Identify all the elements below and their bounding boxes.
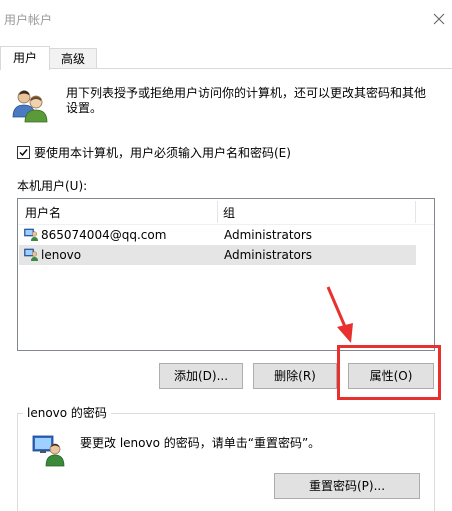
user-group: Administrators — [224, 228, 313, 242]
close-icon — [433, 13, 445, 25]
require-login-row[interactable]: 要使用本计算机，用户必须输入用户名和密码(E) — [17, 144, 291, 161]
intro-text: 用下列表授予或拒绝用户访问你的计算机，还可以更改其密码和其他设置。 — [66, 86, 427, 115]
add-user-button[interactable]: 添加(D)... — [159, 363, 243, 389]
properties-button[interactable]: 属性(O) — [348, 363, 434, 389]
user-name: 865074004@qq.com — [41, 228, 167, 242]
table-row[interactable]: lenovo Administrators — [19, 245, 416, 265]
table-row[interactable]: 865074004@qq.com Administrators — [19, 225, 416, 245]
column-divider[interactable] — [415, 201, 416, 223]
tab-users[interactable]: 用户 — [0, 46, 50, 70]
users-list-label: 本机用户(U): — [17, 179, 88, 193]
password-instruction: 要更改 lenovo 的密码，请单击“重置密码”。 — [80, 436, 321, 450]
column-divider[interactable] — [217, 201, 218, 223]
user-icon — [24, 247, 39, 265]
reset-password-button[interactable]: 重置密码(P)... — [274, 473, 420, 499]
remove-user-button[interactable]: 删除(R) — [253, 363, 337, 389]
user-key-icon — [32, 432, 68, 471]
users-listview[interactable]: 用户名 组 865074004@qq.com Administrators le — [17, 198, 435, 351]
column-header-username[interactable]: 用户名 — [25, 204, 61, 221]
listview-header: 用户名 组 — [18, 199, 434, 225]
require-login-checkbox[interactable] — [17, 146, 30, 159]
close-button[interactable] — [428, 8, 450, 30]
title-bar: 用户帐户 — [0, 0, 452, 36]
require-login-label: 要使用本计算机，用户必须输入用户名和密码(E) — [34, 146, 291, 160]
window-title: 用户帐户 — [4, 13, 53, 27]
tab-advanced[interactable]: 高级 — [49, 48, 97, 68]
column-header-group[interactable]: 组 — [223, 204, 235, 221]
checkmark-icon — [19, 149, 28, 157]
users-icon — [10, 85, 50, 128]
password-group-legend: lenovo 的密码 — [23, 404, 111, 421]
user-icon — [24, 227, 39, 245]
user-group: Administrators — [224, 248, 313, 262]
user-name: lenovo — [41, 248, 82, 262]
